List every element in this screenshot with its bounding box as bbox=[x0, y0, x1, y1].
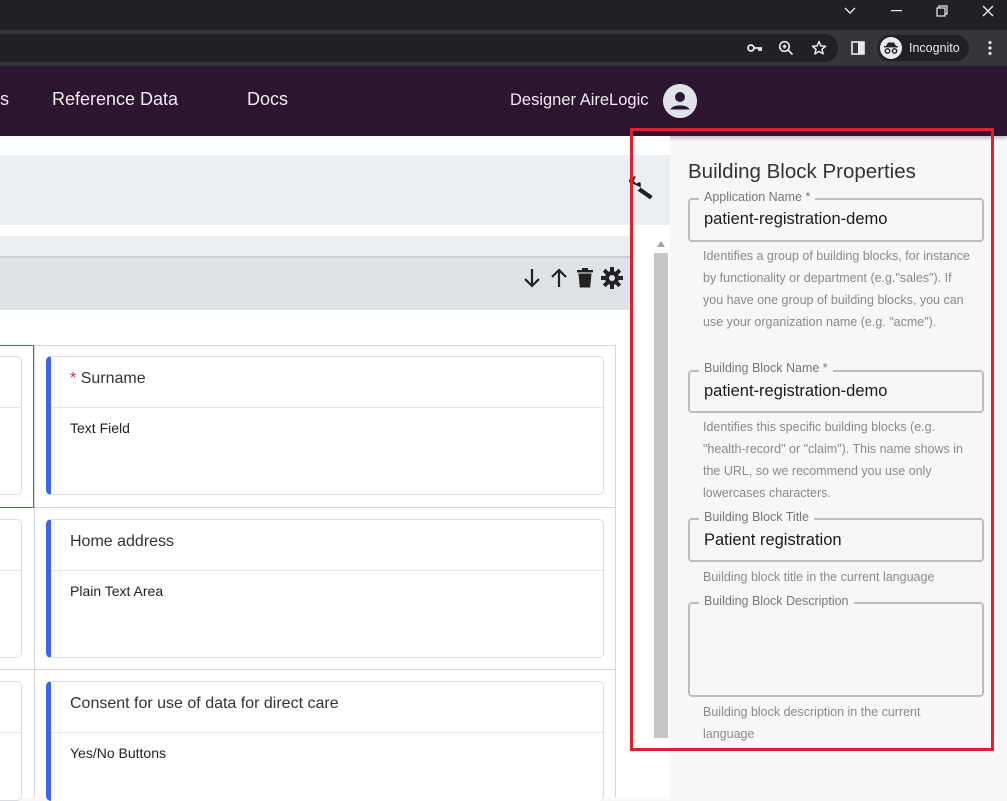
grid-line bbox=[615, 345, 616, 797]
field-card-partial[interactable] bbox=[0, 519, 22, 658]
more-icon[interactable] bbox=[980, 38, 1000, 58]
field-card-type: Plain Text Area bbox=[70, 583, 164, 599]
field-card-title: Home address bbox=[70, 533, 175, 550]
gear-icon[interactable] bbox=[600, 266, 624, 290]
field-card-partial[interactable] bbox=[0, 356, 22, 495]
side-panel-icon[interactable] bbox=[848, 38, 868, 58]
grid-line bbox=[0, 507, 616, 508]
field-card-home-address[interactable]: Home address Plain Text Area bbox=[46, 519, 604, 658]
trash-icon[interactable] bbox=[573, 266, 597, 290]
nav-item-partial[interactable]: s bbox=[0, 89, 9, 110]
field-card-consent[interactable]: Consent for use of data for direct care … bbox=[46, 681, 604, 801]
grid-line bbox=[0, 669, 616, 670]
user-name[interactable]: Designer AireLogic bbox=[510, 91, 649, 110]
key-icon[interactable] bbox=[745, 38, 765, 58]
grid-line bbox=[34, 345, 35, 797]
star-icon[interactable] bbox=[809, 38, 829, 58]
user-avatar-icon[interactable] bbox=[663, 84, 697, 118]
incognito-label: Incognito bbox=[909, 41, 960, 55]
tab-search-chevron-icon[interactable] bbox=[827, 0, 873, 22]
address-bar[interactable] bbox=[0, 34, 838, 62]
incognito-badge[interactable]: Incognito bbox=[877, 35, 969, 61]
arrow-up-icon[interactable] bbox=[547, 266, 571, 290]
nav-item-docs[interactable]: Docs bbox=[247, 89, 288, 110]
field-card-partial[interactable] bbox=[0, 681, 22, 801]
field-card-surname[interactable]: * Surname Text Field bbox=[46, 356, 604, 495]
field-card-type: Text Field bbox=[70, 420, 130, 436]
restore-icon[interactable] bbox=[919, 0, 965, 22]
incognito-icon bbox=[880, 37, 902, 59]
zoom-icon[interactable] bbox=[776, 38, 796, 58]
field-card-title: Consent for use of data for direct care bbox=[70, 695, 339, 712]
required-marker: * bbox=[70, 370, 77, 387]
close-window-icon[interactable] bbox=[965, 0, 1007, 22]
nav-item-reference-data[interactable]: Reference Data bbox=[52, 89, 178, 110]
field-card-title: * Surname bbox=[70, 370, 146, 387]
arrow-down-icon[interactable] bbox=[520, 266, 544, 290]
minimize-icon[interactable] bbox=[873, 0, 919, 22]
highlight-box bbox=[630, 128, 994, 751]
section-spacer bbox=[0, 236, 633, 256]
field-card-type: Yes/No Buttons bbox=[70, 745, 166, 761]
grid-line bbox=[0, 345, 616, 346]
page-header-band bbox=[0, 155, 670, 225]
